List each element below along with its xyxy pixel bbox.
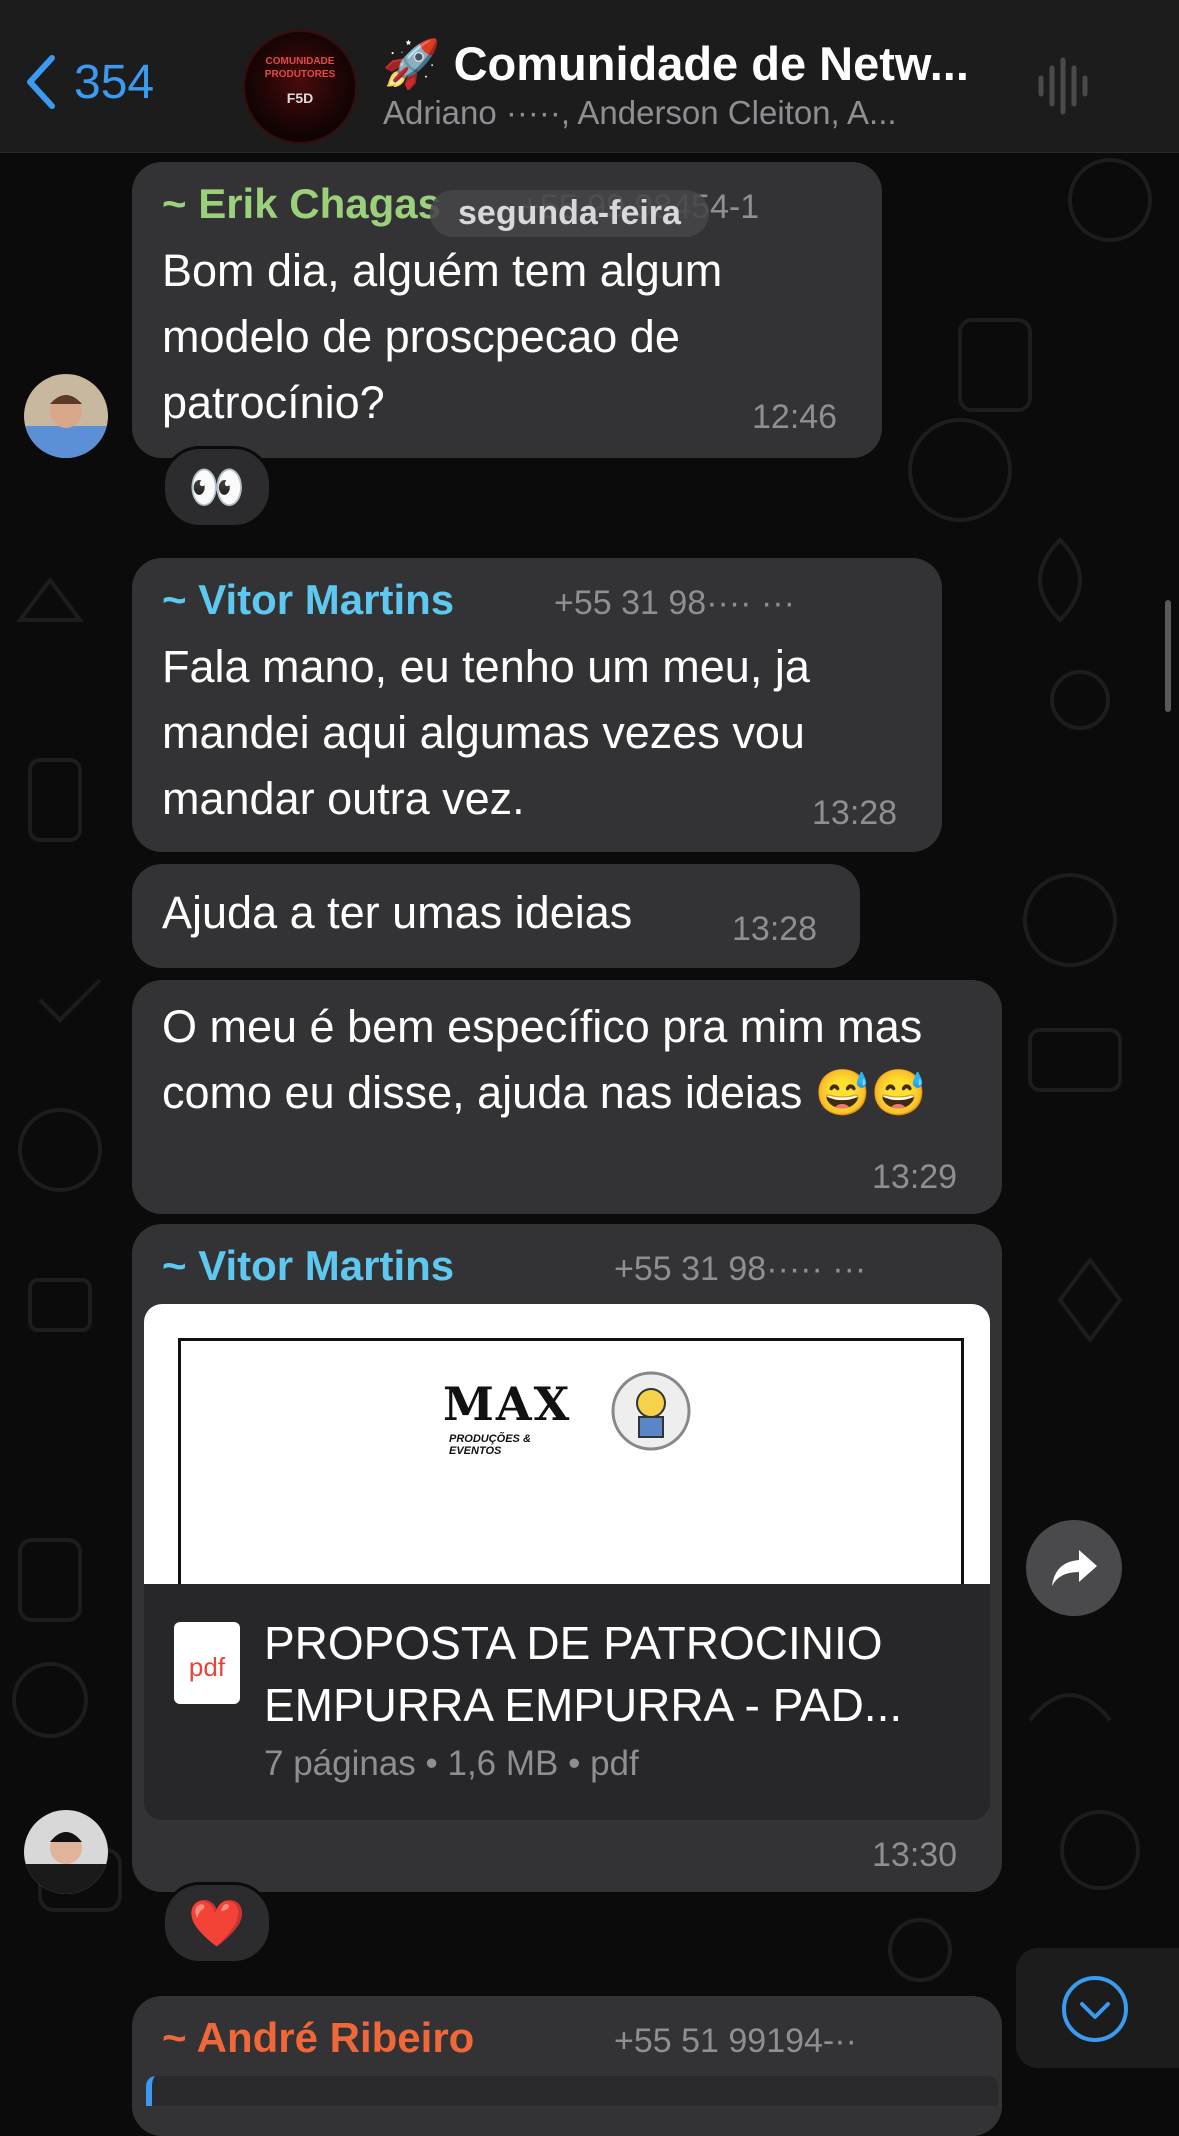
share-arrow-icon xyxy=(1052,1550,1097,1586)
chevron-down-circle-icon xyxy=(1062,1976,1128,2042)
person-icon xyxy=(24,1810,108,1894)
avatar[interactable] xyxy=(24,374,108,458)
sender-phone: +55 31 98····· ··· xyxy=(614,1250,867,1288)
message-time: 13:28 xyxy=(732,910,818,948)
document-page: MAX PRODUÇÕES & EVENTOS xyxy=(178,1338,964,1584)
chat-header: 354 COMUNIDADE PRODUTORES F5D 🚀 Comunida… xyxy=(0,0,1179,153)
message-text: Bom dia, alguém tem algum modelo de pros… xyxy=(162,245,723,428)
date-divider: segunda-feira xyxy=(430,190,709,237)
group-title[interactable]: 🚀 Comunidade de Netw... xyxy=(382,36,969,92)
reply-preview-bar xyxy=(146,2076,998,2106)
sender-name[interactable]: ~ Vitor Martins xyxy=(162,576,454,624)
voice-chat-icon[interactable] xyxy=(1036,56,1094,116)
message-time: 13:28 xyxy=(812,794,898,832)
sender-name[interactable]: ~ André Ribeiro xyxy=(162,2014,474,2062)
group-avatar[interactable]: COMUNIDADE PRODUTORES F5D xyxy=(243,30,357,144)
message-time: 12:46 xyxy=(752,398,838,436)
scrollbar[interactable] xyxy=(1165,600,1171,712)
group-members[interactable]: Adriano ·····, Anderson Cleiton, A... xyxy=(383,94,897,132)
forward-button[interactable] xyxy=(1026,1520,1122,1616)
message-time: 13:30 xyxy=(872,1836,958,1874)
document-info[interactable]: pdf PROPOSTA DE PATROCINIO EMPURRA EMPUR… xyxy=(144,1584,990,1820)
message-text: O meu é bem específico pra mim mas como … xyxy=(162,1001,927,1118)
sender-name[interactable]: ~ Vitor Martins xyxy=(162,1242,454,1290)
document-meta: 7 páginas • 1,6 MB • pdf xyxy=(264,1744,639,1783)
reaction-badge[interactable]: ❤️ xyxy=(162,1882,272,1964)
message-time: 13:29 xyxy=(872,1158,958,1196)
brand-tagline: PRODUÇÕES & EVENTOS xyxy=(449,1433,531,1457)
scroll-to-bottom-button[interactable] xyxy=(1016,1948,1179,2068)
document-title: PROPOSTA DE PATROCINIO EMPURRA EMPURRA -… xyxy=(264,1617,903,1731)
avatar-text: F5D xyxy=(286,90,314,106)
sender-phone: +55 51 99194-·· xyxy=(614,2022,857,2060)
document-preview[interactable]: MAX PRODUÇÕES & EVENTOS xyxy=(144,1304,990,1584)
pdf-file-icon: pdf xyxy=(174,1622,240,1704)
avatar-text: PRODUTORES xyxy=(264,69,336,80)
mascot-logo xyxy=(611,1371,691,1451)
message-text: Fala mano, eu tenho um meu, ja mandei aq… xyxy=(162,641,810,824)
sender-phone: +55 31 98···· ··· xyxy=(554,584,795,622)
reaction-badge[interactable]: 👀 xyxy=(162,446,272,528)
avatar-text: COMUNIDADE xyxy=(265,56,335,67)
message-text: Ajuda a ter umas ideias xyxy=(162,887,633,938)
person-icon xyxy=(24,374,108,458)
sender-name[interactable]: ~ Erik Chagas xyxy=(162,180,441,228)
brand-logo: MAX xyxy=(443,1377,572,1431)
chevron-left-icon xyxy=(27,55,55,109)
avatar[interactable] xyxy=(24,1810,108,1894)
unread-count: 354 xyxy=(74,55,155,109)
back-button[interactable]: 354 xyxy=(22,52,154,112)
